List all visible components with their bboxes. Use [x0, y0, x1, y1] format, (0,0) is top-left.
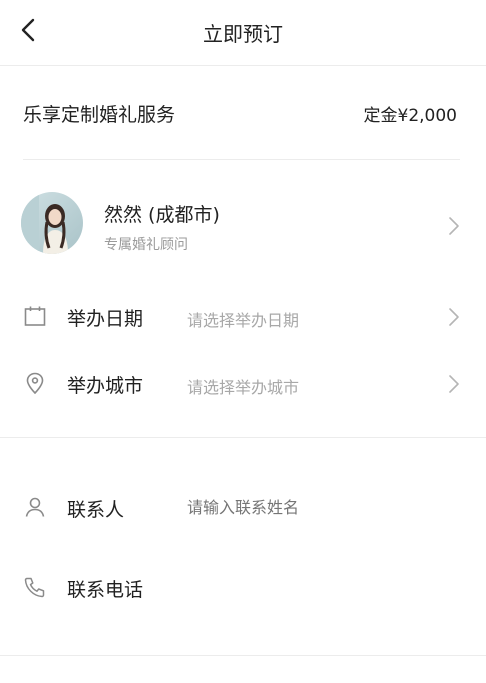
city-placeholder: 请选择举办城市 — [187, 378, 300, 397]
header-bar: 立即预订 — [0, 0, 486, 64]
contact-label: 联系人 — [67, 499, 125, 521]
consultant-portrait-image — [21, 192, 83, 254]
city-row[interactable]: 举办城市 请选择举办城市 — [0, 357, 486, 409]
header-divider — [0, 65, 486, 66]
consultant-role: 专属婚礼顾问 — [104, 237, 188, 253]
phone-icon — [24, 577, 45, 598]
service-divider — [23, 159, 460, 160]
person-icon — [25, 497, 45, 517]
chevron-right-icon — [449, 375, 459, 393]
bottom-divider — [0, 655, 486, 656]
section-divider — [0, 437, 486, 438]
avatar — [21, 192, 83, 254]
deposit-amount: 定金¥2,000 — [363, 106, 457, 126]
date-placeholder: 请选择举办日期 — [187, 311, 300, 330]
phone-input[interactable] — [187, 573, 427, 601]
phone-label: 联系电话 — [67, 579, 144, 601]
consultant-row[interactable]: 然然 (成都市) 专属婚礼顾问 — [0, 180, 486, 268]
chevron-right-icon — [449, 308, 459, 326]
date-label: 举办日期 — [67, 308, 144, 330]
date-row[interactable]: 举办日期 请选择举办日期 — [0, 290, 486, 342]
calendar-icon — [24, 306, 46, 326]
contact-row[interactable]: 联系人 — [0, 481, 486, 533]
chevron-right-icon — [449, 217, 459, 235]
location-pin-icon — [26, 372, 44, 395]
service-name: 乐享定制婚礼服务 — [23, 104, 176, 126]
consultant-name: 然然 (成都市) — [104, 204, 220, 226]
city-label: 举办城市 — [67, 375, 144, 397]
page-title: 立即预订 — [203, 22, 283, 46]
contact-name-input[interactable] — [187, 493, 427, 521]
phone-row[interactable]: 联系电话 — [0, 561, 486, 613]
